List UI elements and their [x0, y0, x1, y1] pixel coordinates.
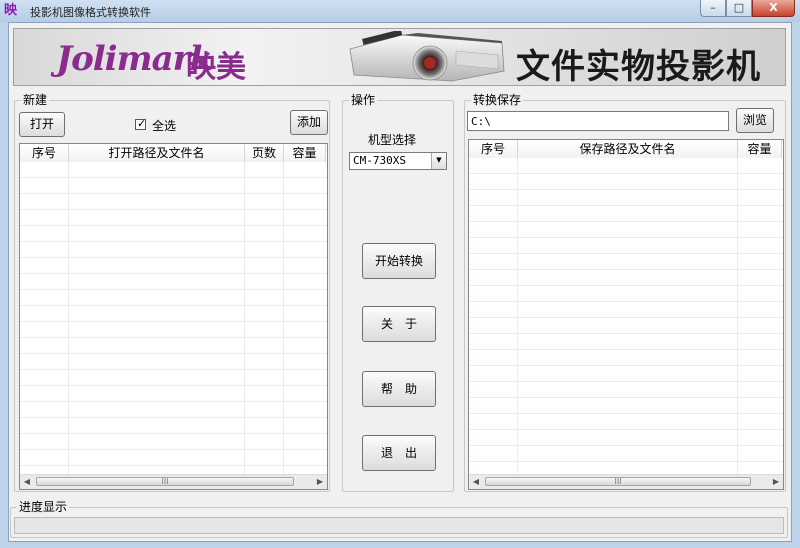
grid-column-divider — [244, 162, 245, 475]
client-area: Jolimark 映美 文件实物投影机 新建 打开 ✓ 全选 添加 序号 打开路… — [8, 22, 792, 542]
start-convert-button[interactable]: 开始转换 — [362, 243, 436, 279]
dropdown-arrow-icon[interactable]: ▼ — [431, 153, 446, 169]
close-icon: X — [769, 1, 778, 14]
operations-group-title: 操作 — [349, 93, 378, 107]
column-header-index[interactable]: 序号 — [469, 140, 518, 158]
progress-bar — [14, 517, 784, 534]
scroll-thumb[interactable]: III — [485, 477, 751, 486]
column-header-pages[interactable]: 页数 — [245, 144, 284, 162]
open-files-table-body[interactable] — [20, 162, 327, 475]
grid-column-divider — [517, 158, 518, 475]
progress-group: 进度显示 — [10, 500, 788, 538]
column-header-save-path[interactable]: 保存路径及文件名 — [518, 140, 738, 158]
save-output-group: 转换保存 浏览 序号 保存路径及文件名 容量 ◀ III ▶ — [464, 93, 786, 492]
brand-logo-cn: 映美 — [186, 50, 246, 85]
minimize-icon: – — [710, 1, 716, 14]
close-button[interactable]: X — [752, 0, 795, 17]
column-header-size[interactable]: 容量 — [738, 140, 782, 158]
save-files-table-header: 序号 保存路径及文件名 容量 — [469, 140, 782, 159]
checkmark-icon: ✓ — [137, 117, 147, 130]
model-select-value: CM-730XS — [353, 154, 406, 167]
brand-banner: Jolimark 映美 文件实物投影机 — [13, 28, 786, 86]
scroll-left-icon[interactable]: ◀ — [21, 476, 33, 488]
projector-image — [349, 31, 505, 82]
save-output-group-title: 转换保存 — [471, 93, 524, 107]
new-file-group-title: 新建 — [21, 93, 50, 107]
open-files-table-header: 序号 打开路径及文件名 页数 容量 — [20, 144, 326, 163]
minimize-button[interactable]: – — [700, 0, 726, 17]
open-files-hscrollbar[interactable]: ◀ III ▶ — [20, 474, 327, 489]
progress-group-title: 进度显示 — [17, 500, 70, 514]
scroll-right-icon[interactable]: ▶ — [770, 476, 782, 488]
product-title: 文件实物投影机 — [516, 47, 761, 86]
operations-group: 操作 机型选择 CM-730XS ▼ 开始转换 关 于 帮 助 退 出 — [342, 93, 454, 492]
grid-column-divider — [68, 162, 69, 475]
save-files-table[interactable]: 序号 保存路径及文件名 容量 ◀ III ▶ — [468, 139, 784, 490]
add-button[interactable]: 添加 — [290, 110, 328, 135]
model-select-label: 机型选择 — [368, 133, 417, 147]
save-path-input[interactable] — [467, 111, 729, 131]
help-button[interactable]: 帮 助 — [362, 371, 436, 407]
open-files-table[interactable]: 序号 打开路径及文件名 页数 容量 ◀ III ▶ — [19, 143, 328, 490]
save-files-hscrollbar[interactable]: ◀ III ▶ — [469, 474, 783, 489]
window-title: 投影机图像格式转换软件 — [30, 6, 151, 19]
select-all-label[interactable]: 全选 — [152, 117, 176, 134]
app-window: 映 投影机图像格式转换软件 – □ X Jolimark 映美 文件实物投影机 … — [0, 0, 800, 548]
about-button[interactable]: 关 于 — [362, 306, 436, 342]
maximize-icon: □ — [733, 1, 745, 14]
exit-button[interactable]: 退 出 — [362, 435, 436, 471]
select-all-checkbox[interactable]: ✓ — [135, 117, 147, 130]
title-bar[interactable]: 映 投影机图像格式转换软件 – □ X — [0, 0, 800, 22]
maximize-button[interactable]: □ — [726, 0, 752, 17]
save-path-field[interactable] — [468, 112, 728, 130]
column-header-open-path[interactable]: 打开路径及文件名 — [69, 144, 245, 162]
scroll-right-icon[interactable]: ▶ — [314, 476, 326, 488]
model-select[interactable]: CM-730XS ▼ — [349, 152, 447, 170]
grid-column-divider — [283, 162, 284, 475]
column-header-index[interactable]: 序号 — [20, 144, 69, 162]
open-button[interactable]: 打开 — [19, 112, 65, 137]
grid-column-divider — [737, 158, 738, 475]
column-header-size[interactable]: 容量 — [284, 144, 326, 162]
browse-button[interactable]: 浏览 — [736, 108, 774, 133]
new-file-group: 新建 打开 ✓ 全选 添加 序号 打开路径及文件名 页数 容量 ◀ III ▶ — [14, 93, 330, 492]
scroll-left-icon[interactable]: ◀ — [470, 476, 482, 488]
scroll-thumb[interactable]: III — [36, 477, 294, 486]
app-logo-icon[interactable]: 映 — [4, 3, 22, 19]
